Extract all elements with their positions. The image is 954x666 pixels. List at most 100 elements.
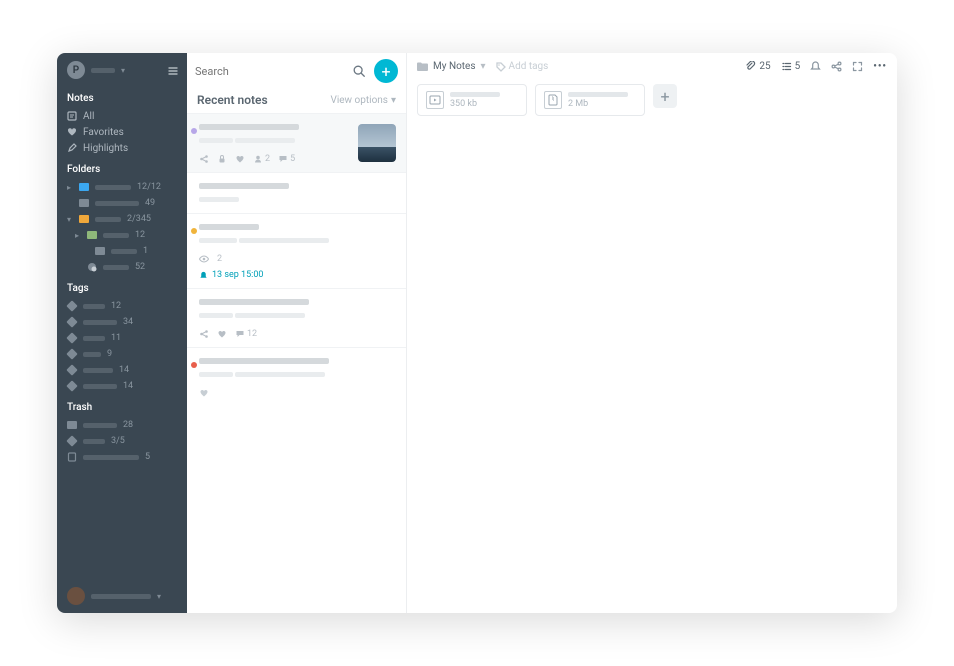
- account-switcher[interactable]: ▾: [57, 579, 187, 613]
- chevron-down-icon: ▾: [481, 61, 486, 72]
- folder-icon: [87, 231, 97, 239]
- folder-item[interactable]: 49: [67, 195, 177, 211]
- todos-count[interactable]: 5: [781, 61, 801, 72]
- note-list-panel: + Recent notes View options▾ 2 5: [187, 53, 407, 613]
- folder-icon: [67, 421, 77, 429]
- color-dot: [191, 228, 197, 234]
- note-icon: [67, 111, 77, 121]
- nav-all[interactable]: All: [67, 108, 177, 124]
- note-title: [199, 358, 329, 364]
- heart-icon: [199, 388, 209, 398]
- attachment-size: 350 kb: [450, 99, 500, 109]
- folder-name: [103, 233, 129, 238]
- reminder: 13 sep 15:00: [199, 270, 394, 280]
- attachment-size: 2 Mb: [568, 99, 628, 109]
- tag-item[interactable]: 11: [67, 330, 177, 346]
- tag-icon: [66, 348, 77, 359]
- tag-item[interactable]: 14: [67, 378, 177, 394]
- bell-icon: [199, 271, 208, 280]
- user-avatar: [67, 587, 85, 605]
- share-icon: [199, 329, 209, 339]
- sidebar: P ▾ Notes All Favorites Highlights Folde…: [57, 53, 187, 613]
- attachments-count[interactable]: 25: [745, 61, 770, 72]
- new-note-button[interactable]: +: [374, 59, 398, 83]
- section-title-notes: Notes: [67, 93, 177, 104]
- paperclip-icon: [745, 61, 756, 72]
- note-card[interactable]: 2 5: [187, 113, 406, 172]
- tag-item[interactable]: 34: [67, 314, 177, 330]
- nav-favorites[interactable]: Favorites: [67, 124, 177, 140]
- folder-icon: [417, 62, 428, 71]
- breadcrumb[interactable]: My Notes ▾: [417, 61, 486, 72]
- note-card[interactable]: 2 13 sep 15:00: [187, 213, 406, 288]
- chevron-down-icon: ▾: [391, 95, 396, 106]
- attachment-card[interactable]: 2 Mb: [535, 84, 645, 116]
- heart-icon: [67, 127, 77, 137]
- tag-item[interactable]: 14: [67, 362, 177, 378]
- note-card[interactable]: 12: [187, 288, 406, 347]
- note-title: [199, 299, 309, 305]
- folder-item[interactable]: ▸ 12: [67, 227, 177, 243]
- more-button[interactable]: •••: [873, 61, 887, 72]
- shared-folder-icon: [87, 262, 97, 272]
- trash-item[interactable]: 5: [67, 449, 177, 465]
- lock-icon: [217, 154, 227, 164]
- search-input[interactable]: [195, 65, 344, 78]
- reminder-button[interactable]: [810, 61, 821, 72]
- note-title: [199, 224, 259, 230]
- note-card[interactable]: [187, 172, 406, 213]
- nav-highlights[interactable]: Highlights: [67, 140, 177, 156]
- list-title: Recent notes: [197, 93, 268, 107]
- folder-name: [95, 185, 131, 190]
- checklist-icon: [781, 61, 792, 72]
- attachment-name: [568, 92, 628, 97]
- add-attachment-button[interactable]: +: [653, 84, 677, 108]
- tag-icon: [496, 62, 506, 72]
- folder-item[interactable]: 1: [67, 243, 177, 259]
- folder-icon: [95, 247, 105, 255]
- folder-name: [103, 265, 129, 270]
- highlight-icon: [67, 143, 77, 153]
- app-shell: P ▾ Notes All Favorites Highlights Folde…: [57, 53, 897, 613]
- search-icon[interactable]: [352, 64, 366, 78]
- fullscreen-button[interactable]: [852, 61, 863, 72]
- attachments-row: 350 kb 2 Mb +: [407, 80, 897, 120]
- folder-item[interactable]: ▸ 12/12: [67, 179, 177, 195]
- expand-icon: [852, 61, 863, 72]
- add-tags-button[interactable]: Add tags: [496, 61, 549, 72]
- archive-file-icon: [544, 91, 562, 109]
- trash-item[interactable]: 3/5: [67, 433, 177, 449]
- workspace-name: [91, 68, 115, 73]
- chevron-down-icon: ▾: [67, 215, 73, 224]
- section-title-folders: Folders: [67, 164, 177, 175]
- folder-name: [111, 249, 137, 254]
- folder-item[interactable]: 52: [67, 259, 177, 275]
- attachment-name: [450, 92, 500, 97]
- note-title: [199, 183, 289, 189]
- folder-icon: [79, 215, 89, 223]
- section-title-trash: Trash: [67, 402, 177, 413]
- heart-icon: [217, 329, 227, 339]
- folder-item[interactable]: ▾ 2/345: [67, 211, 177, 227]
- tag-item[interactable]: 9: [67, 346, 177, 362]
- share-icon: [831, 61, 842, 72]
- video-file-icon: [426, 91, 444, 109]
- folder-name: [95, 217, 121, 222]
- trash-item[interactable]: 28: [67, 417, 177, 433]
- bell-icon: [810, 61, 821, 72]
- view-options-button[interactable]: View options▾: [330, 95, 396, 106]
- share-button[interactable]: [831, 61, 842, 72]
- note-card[interactable]: [187, 347, 406, 406]
- chevron-down-icon: ▾: [121, 66, 127, 75]
- color-dot: [191, 128, 197, 134]
- tag-icon: [66, 364, 77, 375]
- chevron-down-icon: ▾: [157, 592, 163, 601]
- editor-panel: My Notes ▾ Add tags 25 5 ••• 350 kb 2 Mb: [407, 53, 897, 613]
- note-icon: [67, 452, 77, 462]
- tag-item[interactable]: 12: [67, 298, 177, 314]
- collapse-sidebar-button[interactable]: [165, 63, 181, 79]
- attachment-card[interactable]: 350 kb: [417, 84, 527, 116]
- user-name: [91, 594, 151, 599]
- workspace-avatar: P: [67, 61, 85, 79]
- tag-icon: [66, 316, 77, 327]
